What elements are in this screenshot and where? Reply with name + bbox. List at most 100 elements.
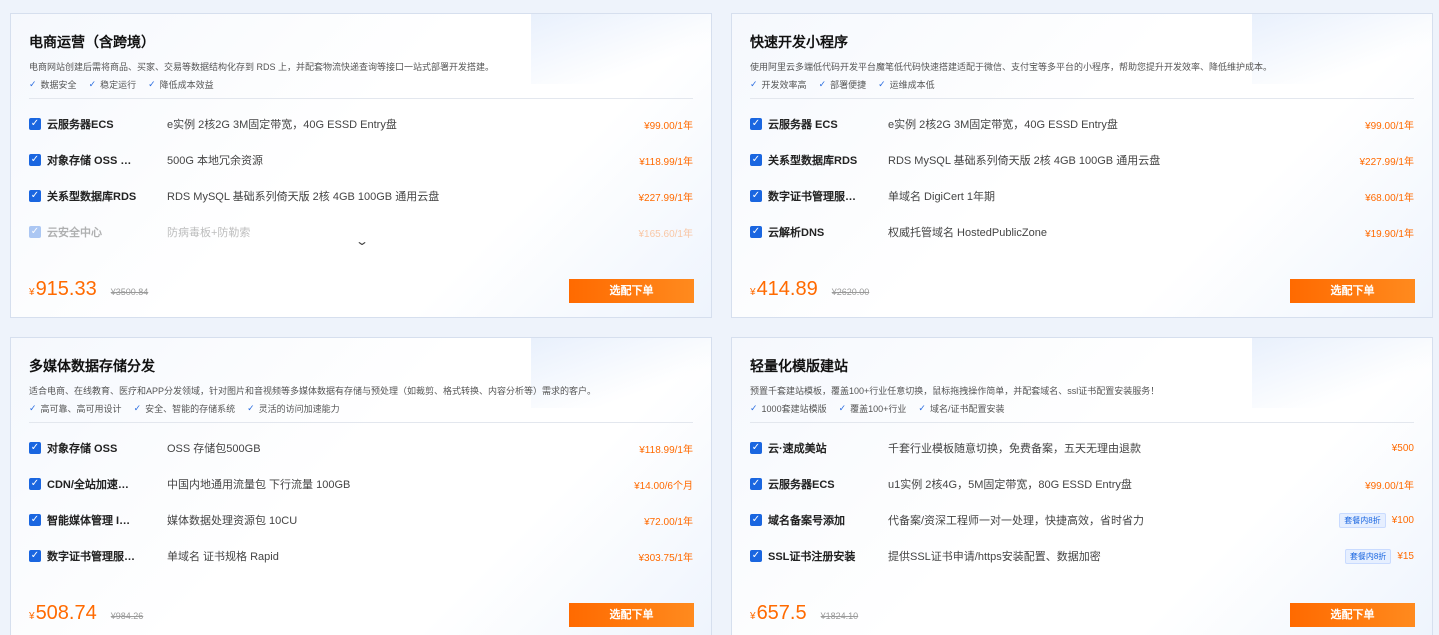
product-spec: 防病毒板+防勒索 xyxy=(167,227,251,239)
product-row: ✓ SSL证书注册安装 提供SSL证书申请/https安装配置、数据加密 套餐内… xyxy=(750,538,1414,574)
product-list: ✓ 云服务器 ECS e实例 2核2G 3M固定带宽，40G ESSD Entr… xyxy=(750,106,1414,250)
product-checkbox[interactable]: ✓ xyxy=(29,478,41,490)
product-row: ✓ 智能媒体管理 I… 媒体数据处理资源包 10CU ¥72.00/1年 xyxy=(29,502,693,538)
product-spec: RDS MySQL 基础系列倚天版 2核 4GB 100GB 通用云盘 xyxy=(888,155,1161,167)
check-icon: ✓ xyxy=(29,79,37,89)
product-checkbox[interactable]: ✓ xyxy=(29,154,41,166)
product-name: 数字证书管理服… xyxy=(47,551,135,563)
product-row: ✓ 云解析DNS 权威托管域名 HostedPublicZone ¥19.90/… xyxy=(750,214,1414,250)
product-name: 对象存储 OSS xyxy=(47,443,118,455)
check-icon: ✓ xyxy=(247,403,255,413)
check-icon: ✓ xyxy=(818,79,827,89)
product-name: 数字证书管理服… xyxy=(768,191,856,203)
product-name: CDN/全站加速… xyxy=(47,479,129,491)
product-spec: 权威托管域名 HostedPublicZone xyxy=(888,227,1047,239)
product-spec: u1实例 2核4G，5M固定带宽，80G ESSD Entry盘 xyxy=(888,479,1132,491)
product-spec: 中国内地通用流量包 下行流量 100GB xyxy=(167,479,351,491)
product-price: ¥165.60/1年 xyxy=(638,228,694,240)
feature-tag: ✓ 安全、智能的存储系统 xyxy=(133,403,236,414)
card-title: 轻量化模版建站 xyxy=(750,358,848,374)
check-icon: ✓ xyxy=(750,79,758,89)
solution-card-miniprogram: 快速开发小程序 使用阿里云多端低代码开发平台魔笔低代码快速搭建适配于微信、支付宝… xyxy=(731,13,1433,318)
check-icon: ✓ xyxy=(918,403,926,413)
order-button[interactable]: 选配下单 xyxy=(569,279,694,303)
total-price: ¥657.5 ¥1824.10 xyxy=(750,602,858,625)
product-checkbox[interactable]: ✓ xyxy=(750,226,762,238)
feature-tag: ✓ 高可靠、高可用设计 xyxy=(29,403,122,414)
total-price: ¥508.74 ¥984.26 xyxy=(29,602,143,625)
product-row: ✓ 云·速成美站 千套行业模板随意切换，免费备案，五天无理由退款 ¥500 xyxy=(750,430,1414,466)
total-price: ¥414.89 ¥2620.00 xyxy=(750,278,869,301)
product-spec: OSS 存储包500GB xyxy=(167,443,261,455)
chevron-down-icon[interactable]: ⌄ xyxy=(355,234,369,248)
divider xyxy=(750,422,1414,423)
product-price: ¥99.00/1年 xyxy=(1365,120,1414,132)
total-amount: 657.5 xyxy=(756,602,807,624)
product-checkbox[interactable]: ✓ xyxy=(29,442,41,454)
currency-symbol: ¥ xyxy=(750,287,756,298)
card-title: 电商运营（含跨境） xyxy=(29,34,155,50)
check-icon: ✓ xyxy=(88,79,97,89)
order-button[interactable]: 选配下单 xyxy=(1290,279,1415,303)
original-price: ¥1824.10 xyxy=(820,611,859,621)
check-icon: ✓ xyxy=(133,403,142,413)
product-checkbox[interactable]: ✓ xyxy=(750,550,762,562)
original-price: ¥3500.84 xyxy=(110,287,149,297)
feature-tags: ✓ 开发效率高 ✓ 部署便捷 ✓ 运维成本低 xyxy=(750,78,935,91)
product-price: ¥19.90/1年 xyxy=(1365,228,1414,240)
divider xyxy=(29,422,693,423)
product-checkbox[interactable]: ✓ xyxy=(29,514,41,526)
product-price: ¥500 xyxy=(1391,442,1414,454)
total-amount: 508.74 xyxy=(35,602,97,624)
product-price: ¥72.00/1年 xyxy=(644,516,693,528)
product-checkbox[interactable]: ✓ xyxy=(750,190,762,202)
feature-tag: ✓ 覆盖100+行业 xyxy=(838,403,907,414)
product-checkbox[interactable]: ✓ xyxy=(750,154,762,166)
solution-card-ecommerce: 电商运营（含跨境） 电商网站创建后需将商品、买家、交易等数据结构化存到 RDS … xyxy=(10,13,712,318)
feature-tag: ✓ 稳定运行 xyxy=(88,79,137,90)
original-price: ¥984.26 xyxy=(110,611,144,621)
currency-symbol: ¥ xyxy=(29,287,35,298)
product-name: 云服务器ECS xyxy=(47,119,114,131)
order-button[interactable]: 选配下单 xyxy=(1290,603,1415,627)
product-spec: 媒体数据处理资源包 10CU xyxy=(167,515,298,527)
product-spec: 提供SSL证书申请/https安装配置、数据加密 xyxy=(888,551,1101,563)
product-row: ✓ 对象存储 OSS OSS 存储包500GB ¥118.99/1年 xyxy=(29,430,693,466)
product-spec: 单域名 证书规格 Rapid xyxy=(167,551,279,563)
total-price: ¥915.33 ¥3500.84 xyxy=(29,278,148,301)
product-checkbox[interactable]: ✓ xyxy=(29,226,41,238)
product-spec: 千套行业模板随意切换，免费备案，五天无理由退款 xyxy=(888,443,1141,455)
product-name: 智能媒体管理 I… xyxy=(47,515,131,527)
solution-card-website-builder: 轻量化模版建站 预置千套建站模板，覆盖100+行业任意切换，鼠标拖拽操作简单，并… xyxy=(731,337,1433,635)
product-spec: 500G 本地冗余资源 xyxy=(167,155,263,167)
divider xyxy=(750,98,1414,99)
product-list: ✓ 云服务器ECS e实例 2核2G 3M固定带宽，40G ESSD Entry… xyxy=(29,106,693,250)
product-checkbox[interactable]: ✓ xyxy=(750,514,762,526)
product-price: ¥118.99/1年 xyxy=(639,444,693,456)
product-price: ¥99.00/1年 xyxy=(1365,480,1414,492)
order-button[interactable]: 选配下单 xyxy=(569,603,694,627)
product-list: ✓ 云·速成美站 千套行业模板随意切换，免费备案，五天无理由退款 ¥500 ✓ … xyxy=(750,430,1414,574)
product-price: ¥118.99/1年 xyxy=(639,156,693,168)
product-checkbox[interactable]: ✓ xyxy=(29,550,41,562)
product-checkbox[interactable]: ✓ xyxy=(750,118,762,130)
product-checkbox[interactable]: ✓ xyxy=(750,442,762,454)
currency-symbol: ¥ xyxy=(29,611,35,622)
product-spec: e实例 2核2G 3M固定带宽，40G ESSD Entry盘 xyxy=(888,119,1118,131)
original-price: ¥2620.00 xyxy=(831,287,870,297)
product-name: 对象存储 OSS … xyxy=(47,155,132,167)
product-row: ✓ 域名备案号添加 代备案/资深工程师一对一处理，快捷高效，省时省力 套餐内8折… xyxy=(750,502,1414,538)
feature-tags: ✓ 1000套建站模版 ✓ 覆盖100+行业 ✓ 域名/证书配置安装 xyxy=(750,402,1004,415)
card-description: 适合电商、在线教育、医疗和APP分发领域，针对图片和音视频等多媒体数据有存储与预… xyxy=(29,386,597,396)
card-title: 多媒体数据存储分发 xyxy=(29,358,155,374)
feature-tag: ✓ 1000套建站模版 xyxy=(750,403,827,414)
product-spec: e实例 2核2G 3M固定带宽，40G ESSD Entry盘 xyxy=(167,119,397,131)
product-checkbox[interactable]: ✓ xyxy=(750,478,762,490)
total-amount: 414.89 xyxy=(756,278,818,300)
check-icon: ✓ xyxy=(29,403,37,413)
product-checkbox[interactable]: ✓ xyxy=(29,190,41,202)
product-row: ✓ 关系型数据库RDS RDS MySQL 基础系列倚天版 2核 4GB 100… xyxy=(750,142,1414,178)
product-row: ✓ 云服务器ECS u1实例 2核4G，5M固定带宽，80G ESSD Entr… xyxy=(750,466,1414,502)
product-checkbox[interactable]: ✓ xyxy=(29,118,41,130)
product-name: 云服务器 ECS xyxy=(768,119,838,131)
